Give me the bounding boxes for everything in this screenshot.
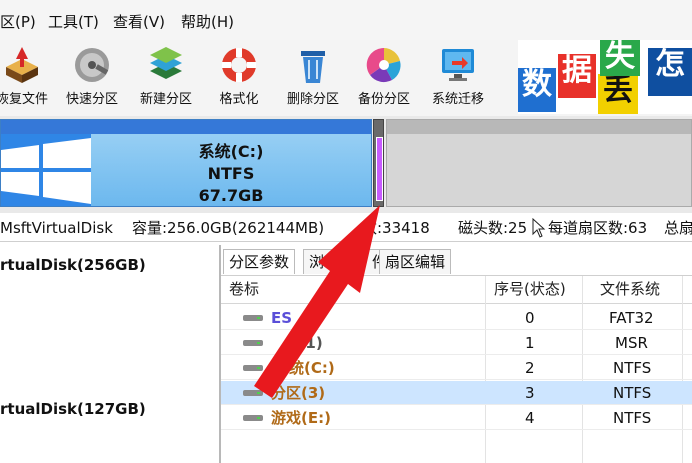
partition-header-bar <box>387 120 691 134</box>
backup-partition-button[interactable]: 备份分区 <box>347 40 421 116</box>
row-fs: NTFS <box>613 359 652 377</box>
tree-disk-1[interactable]: rtualDisk(256GB) <box>0 255 146 275</box>
table-header: 卷标 序号(状态) 文件系统 <box>221 276 692 304</box>
disk-sectors: 每道扇区数:63 <box>548 219 648 237</box>
header-fs[interactable]: 文件系统 <box>600 276 660 303</box>
row-index: 3 <box>525 384 535 402</box>
new-partition-button[interactable]: 新建分区 <box>129 40 203 116</box>
monitor-icon <box>442 49 474 81</box>
row-label-tail: R(1) <box>287 334 323 352</box>
banner-char: 据 <box>558 54 596 98</box>
menu-bar: 区(P) 工具(T) 查看(V) 帮助(H) <box>0 0 692 40</box>
disk-total: 总扇 <box>664 219 692 237</box>
row-index: 2 <box>525 359 535 377</box>
row-index: 0 <box>525 309 535 327</box>
tab-sector-edit[interactable]: 扇区编辑 <box>379 249 452 274</box>
header-label[interactable]: 卷标 <box>229 276 259 303</box>
disk-icon <box>75 48 109 82</box>
row-index: 4 <box>525 409 535 427</box>
row-label-tail: 系统(C:) <box>274 359 335 377</box>
row-label: 分区(3) <box>271 384 326 402</box>
drive-icon <box>243 340 263 346</box>
disk-tree: rtualDisk(256GB) rtualDisk(127GB) <box>0 245 221 463</box>
system-migrate-button[interactable]: 系统迁移 <box>421 40 495 116</box>
recover-files-label: 恢复文件 <box>0 92 48 107</box>
disk-capacity: 容量:256.0GB(262144MB) <box>132 219 325 237</box>
table-row[interactable]: R(1) 1 MSR <box>221 331 692 355</box>
new-partition-label: 新建分区 <box>139 92 192 107</box>
row-fs: NTFS <box>613 384 652 402</box>
drive-icon <box>243 390 263 396</box>
format-button[interactable]: 格式化 <box>202 40 276 116</box>
row-label: ES <box>271 309 293 327</box>
table-row[interactable]: ES ) 0 FAT32 <box>221 306 692 330</box>
tree-disk-2[interactable]: rtualDisk(127GB) <box>0 399 146 419</box>
row-label: 游戏(E:) <box>271 409 331 427</box>
disk-model: MsftVirtualDisk <box>0 219 113 237</box>
menu-view[interactable]: 查看(V) <box>113 12 165 32</box>
tab-bar: 分区参数 浏件 扇区编辑 <box>221 245 692 276</box>
partition-c-size: 67.7GB <box>198 186 264 205</box>
row-fs: NTFS <box>613 409 652 427</box>
disk-heads: 磁头数:25 <box>458 219 528 237</box>
table-row-selected[interactable]: 分区(3) 3 NTFS <box>221 381 692 405</box>
lifebuoy-icon <box>222 48 256 82</box>
recover-files-button[interactable]: 恢复文件 <box>0 40 59 116</box>
drive-icon <box>243 415 263 421</box>
quick-partition-label: 快速分区 <box>65 92 118 107</box>
trash-icon <box>301 51 325 83</box>
table-row[interactable]: 系统(C:) 2 NTFS <box>221 356 692 380</box>
banner-char: 丢 <box>598 74 638 114</box>
banner-char: 失 <box>600 40 640 76</box>
windows-logo-icon <box>1 134 91 206</box>
system-migrate-label: 系统迁移 <box>431 92 484 107</box>
backup-partition-label: 备份分区 <box>357 92 410 107</box>
partition-c-block[interactable]: 系统(C:) NTFS 67.7GB <box>0 119 372 207</box>
disk-cylinders: 数:33418 <box>362 219 430 237</box>
delete-partition-label: 删除分区 <box>286 92 339 107</box>
header-index[interactable]: 序号(状态) <box>494 276 566 303</box>
menu-tools[interactable]: 工具(T) <box>48 12 99 32</box>
row-label-tail: ) <box>309 309 316 327</box>
pie-icon <box>366 47 401 83</box>
banner-ad[interactable]: 数 据 丢 失 怎 <box>518 40 692 114</box>
menu-partition[interactable]: 区(P) <box>0 12 36 32</box>
partition-3-block[interactable] <box>373 119 384 207</box>
table-row[interactable]: 游戏(E:) 4 NTFS <box>221 406 692 430</box>
partition-e-block[interactable] <box>386 119 692 207</box>
mouse-cursor-icon <box>532 218 546 238</box>
delete-partition-button[interactable]: 删除分区 <box>276 40 350 116</box>
selected-partition-marker <box>376 137 383 201</box>
drive-icon <box>243 365 263 371</box>
quick-partition-button[interactable]: 快速分区 <box>55 40 129 116</box>
row-fs: MSR <box>615 334 648 352</box>
drive-icon <box>243 315 263 321</box>
tab-browse-label: 浏 <box>309 253 325 271</box>
row-fs: FAT32 <box>609 309 654 327</box>
partition-c-fs: NTFS <box>207 164 255 183</box>
layers-icon <box>150 47 182 79</box>
recover-icon <box>6 47 38 83</box>
format-label: 格式化 <box>219 92 259 107</box>
row-index: 1 <box>525 334 535 352</box>
partition-header-bar <box>1 120 371 134</box>
partition-panel: 分区参数 浏件 扇区编辑 卷标 序号(状态) 文件系统 ES ) 0 FAT32… <box>221 245 692 463</box>
disk-map: 系统(C:) NTFS 67.7GB <box>0 116 692 213</box>
disk-info-bar: MsftVirtualDisk 容量:256.0GB(262144MB) 数:3… <box>0 215 692 242</box>
menu-help[interactable]: 帮助(H) <box>181 12 234 32</box>
tab-partition-params[interactable]: 分区参数 <box>223 249 296 274</box>
banner-char: 数 <box>518 68 556 112</box>
banner-char: 怎 <box>648 48 692 96</box>
partition-c-name: 系统(C:) <box>198 142 264 161</box>
